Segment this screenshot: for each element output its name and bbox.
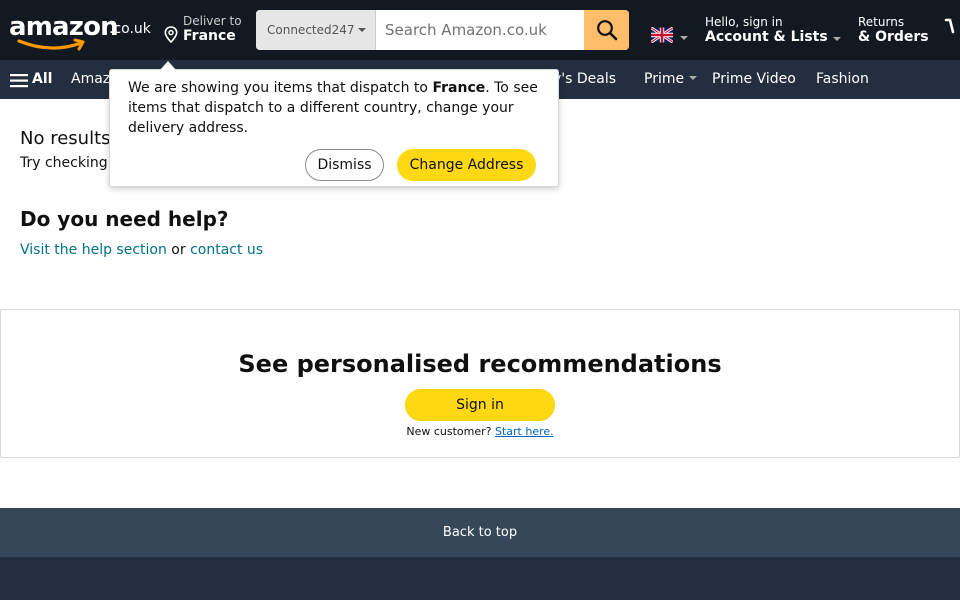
chevron-down-icon bbox=[833, 37, 841, 41]
subnav-link-prime-label: Prime bbox=[644, 71, 685, 87]
help-section-link[interactable]: Visit the help section bbox=[20, 242, 167, 258]
all-menu-label: All bbox=[32, 71, 53, 87]
sign-in-button[interactable]: Sign in bbox=[405, 389, 555, 421]
all-menu-button[interactable]: All bbox=[10, 71, 60, 91]
chevron-down-icon bbox=[358, 28, 366, 32]
uk-flag-icon bbox=[650, 26, 674, 44]
location-pin-icon bbox=[164, 26, 178, 43]
help-line: Visit the help section or contact us bbox=[20, 242, 263, 258]
back-to-top-button[interactable]: Back to top bbox=[0, 508, 960, 557]
top-navbar: amazon .co.uk Deliver to France Connecte… bbox=[0, 0, 960, 60]
search-category-label: Connected247 bbox=[267, 23, 355, 37]
change-address-button[interactable]: Change Address bbox=[397, 149, 536, 181]
returns-orders[interactable]: Returns & Orders bbox=[858, 15, 938, 47]
chevron-down-icon bbox=[680, 36, 688, 40]
account-label: Account & Lists bbox=[705, 29, 828, 45]
smile-arrow-icon bbox=[17, 38, 85, 51]
subnav-link-fashion[interactable]: Fashion bbox=[816, 71, 869, 87]
contact-us-link[interactable]: contact us bbox=[190, 242, 263, 258]
hamburger-menu-icon bbox=[10, 74, 28, 88]
subnav-link-prime-video[interactable]: Prime Video bbox=[712, 71, 796, 87]
popover-text-before: We are showing you items that dispatch t… bbox=[128, 80, 433, 96]
help-heading: Do you need help? bbox=[20, 207, 229, 231]
footer bbox=[0, 557, 960, 600]
amazon-logo[interactable]: amazon .co.uk bbox=[9, 12, 151, 52]
search-input[interactable] bbox=[377, 10, 584, 50]
delivery-country-popover: We are showing you items that dispatch t… bbox=[109, 69, 559, 187]
cart-icon[interactable] bbox=[944, 16, 960, 36]
account-greeting: Hello, sign in bbox=[705, 15, 783, 29]
recommendations-card: See personalised recommendations Sign in… bbox=[0, 309, 960, 458]
chevron-down-icon bbox=[689, 76, 698, 80]
deliver-to[interactable]: Deliver to France bbox=[164, 14, 252, 48]
try-checking-text: Try checking bbox=[20, 155, 108, 171]
subnav-link-amazon[interactable]: Amaz bbox=[71, 71, 110, 87]
no-results-heading: No results bbox=[20, 128, 111, 149]
dismiss-button[interactable]: Dismiss bbox=[305, 149, 384, 181]
help-or-text: or bbox=[171, 242, 186, 258]
orders-label: & Orders bbox=[858, 29, 929, 45]
new-customer-text: New customer? bbox=[406, 425, 492, 438]
returns-label: Returns bbox=[858, 15, 905, 29]
popover-message: We are showing you items that dispatch t… bbox=[128, 78, 548, 138]
popover-arrow bbox=[160, 61, 176, 70]
search-icon bbox=[596, 20, 617, 41]
language-selector[interactable] bbox=[650, 26, 691, 45]
popover-country: France bbox=[432, 80, 486, 96]
logo-tld: .co.uk bbox=[109, 21, 151, 37]
recommendations-title: See personalised recommendations bbox=[238, 350, 722, 378]
subnav-link-todays-deals[interactable]: y's Deals bbox=[553, 71, 616, 87]
subnav-link-prime[interactable]: Prime bbox=[644, 71, 698, 87]
deliver-country: France bbox=[183, 28, 236, 44]
deliver-label: Deliver to bbox=[183, 14, 242, 28]
start-here-link[interactable]: Start here. bbox=[495, 425, 554, 438]
search-button[interactable] bbox=[584, 10, 629, 50]
search-category-dropdown[interactable]: Connected247 bbox=[256, 10, 376, 50]
new-customer-line: New customer? Start here. bbox=[1, 425, 959, 438]
account-lists[interactable]: Hello, sign in Account & Lists bbox=[705, 15, 845, 47]
search-bar: Connected247 bbox=[256, 10, 629, 50]
